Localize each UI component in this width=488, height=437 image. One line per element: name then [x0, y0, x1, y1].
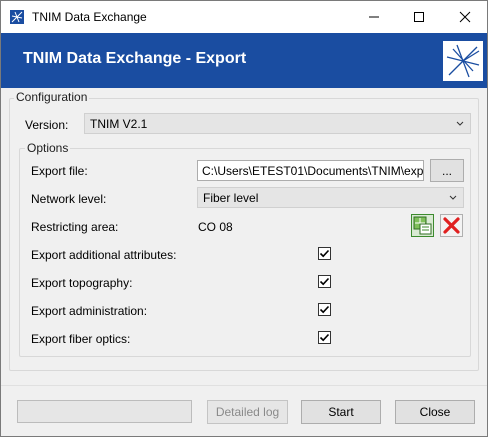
- export-additional-attributes-checkbox[interactable]: [318, 247, 331, 260]
- export-additional-attributes-label: Export additional attributes:: [31, 248, 177, 262]
- minimize-icon: [368, 16, 379, 18]
- restricting-area-label: Restricting area:: [31, 220, 119, 234]
- version-label: Version:: [25, 118, 69, 132]
- checkmark-icon: [319, 333, 330, 342]
- start-label: Start: [328, 405, 354, 419]
- browse-label: ...: [441, 163, 452, 178]
- network-level-select[interactable]: Fiber level: [197, 187, 464, 208]
- progress-bar: [17, 400, 192, 423]
- export-topography-label: Export topography:: [31, 276, 133, 290]
- network-level-value: Fiber level: [203, 191, 259, 205]
- tnim-logo-icon: [443, 41, 483, 81]
- start-button[interactable]: Start: [301, 400, 381, 424]
- close-window-button[interactable]: [442, 1, 487, 33]
- header-title: TNIM Data Exchange - Export: [23, 50, 247, 67]
- close-button[interactable]: Close: [395, 400, 475, 424]
- export-file-input[interactable]: C:\Users\ETEST01\Documents\TNIM\expo: [197, 160, 424, 181]
- chevron-down-icon: [456, 117, 464, 132]
- window-title: TNIM Data Exchange: [32, 10, 147, 24]
- export-file-value: C:\Users\ETEST01\Documents\TNIM\expo: [202, 164, 424, 178]
- delete-area-button[interactable]: [440, 214, 463, 237]
- checkmark-icon: [319, 277, 330, 286]
- close-icon: [459, 11, 470, 23]
- delete-x-icon: [440, 214, 463, 237]
- checkmark-icon: [319, 305, 330, 314]
- detailed-log-button[interactable]: Detailed log: [207, 400, 288, 424]
- tnim-export-window: TNIM Data Exchange TNIM Data Exchange - …: [0, 0, 488, 437]
- detailed-log-label: Detailed log: [215, 405, 280, 419]
- header-banner: TNIM Data Exchange - Export: [1, 33, 487, 88]
- footer-divider: [1, 385, 487, 386]
- maximize-icon: [413, 12, 424, 22]
- export-file-label: Export file:: [31, 164, 88, 178]
- maximize-button[interactable]: [396, 1, 441, 33]
- close-label: Close: [419, 405, 451, 419]
- browse-button[interactable]: ...: [430, 159, 464, 182]
- export-topography-checkbox[interactable]: [318, 275, 331, 288]
- network-level-label: Network level:: [31, 192, 107, 206]
- checkmark-icon: [319, 249, 330, 258]
- export-fiber-optics-checkbox[interactable]: [318, 331, 331, 344]
- restricting-area-value: CO 08: [198, 220, 233, 234]
- select-area-icon: [411, 214, 434, 237]
- configuration-legend: Configuration: [14, 90, 90, 104]
- export-administration-checkbox[interactable]: [318, 303, 331, 316]
- select-area-button[interactable]: [411, 214, 434, 237]
- title-bar: TNIM Data Exchange: [1, 1, 487, 33]
- minimize-button[interactable]: [351, 1, 396, 33]
- chevron-down-icon: [449, 191, 457, 206]
- tnim-app-icon: [10, 10, 24, 24]
- version-select[interactable]: TNIM V2.1: [84, 113, 471, 134]
- version-value: TNIM V2.1: [90, 117, 148, 131]
- export-fiber-optics-label: Export fiber optics:: [31, 332, 131, 346]
- export-administration-label: Export administration:: [31, 304, 148, 318]
- options-legend: Options: [25, 141, 71, 155]
